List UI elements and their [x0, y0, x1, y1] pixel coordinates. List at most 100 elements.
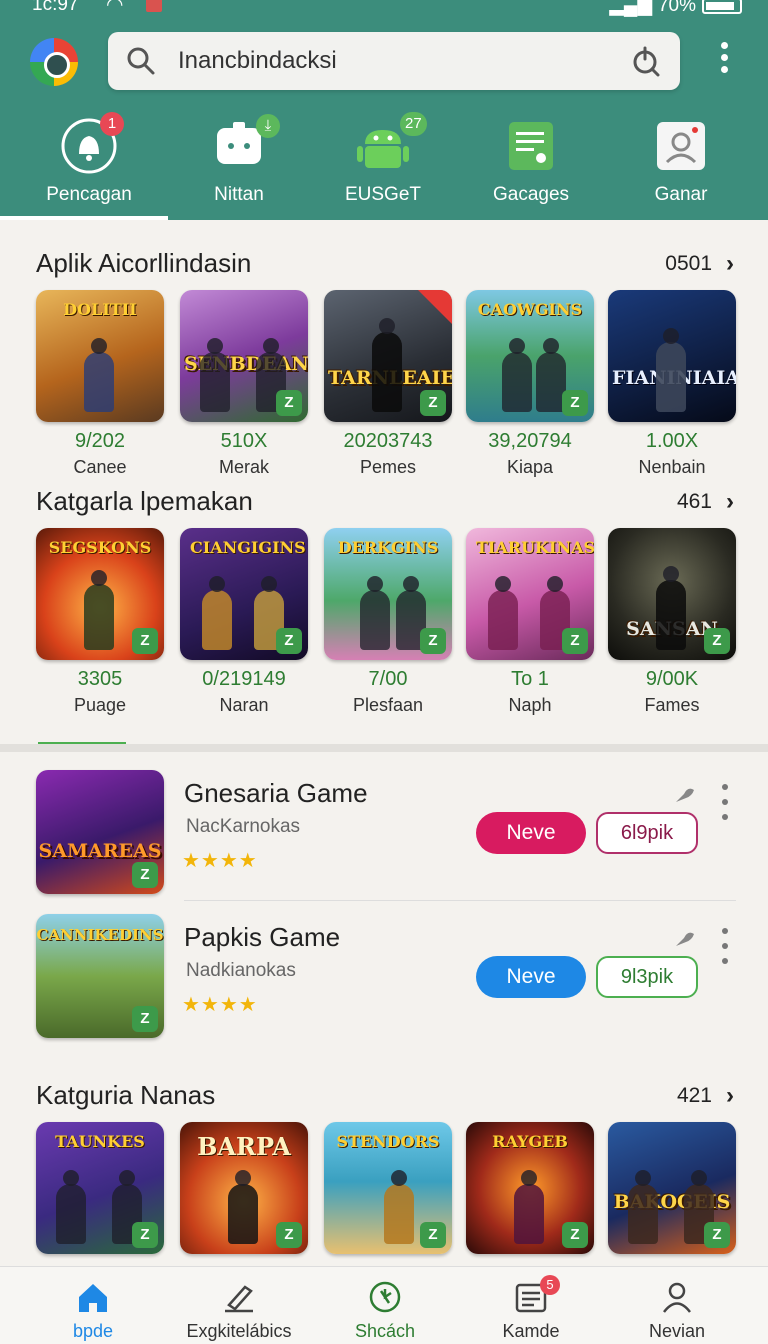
nav-item-search[interactable]: Shcách — [310, 1267, 460, 1344]
app-tile-image: SEGSKONS Z — [36, 528, 164, 660]
overflow-menu-icon[interactable] — [716, 42, 732, 76]
app-tile[interactable]: RAYGEB Z — [466, 1122, 594, 1254]
rating-stars: ★★★★ — [182, 994, 258, 1016]
chevron-right-icon[interactable]: › — [726, 1082, 734, 1110]
voice-search-icon[interactable] — [630, 45, 662, 77]
tab-gacages[interactable]: Gacages — [456, 110, 606, 220]
app-tile[interactable]: DOLITII 9/202 Canee — [36, 290, 164, 478]
user-icon — [663, 1282, 691, 1313]
section-header-katguria[interactable]: Katguria Nanas 421 › — [36, 1080, 734, 1116]
tab-nittan[interactable]: ⤓ Nittan — [164, 110, 314, 220]
art-title: RAYGEB — [492, 1132, 568, 1151]
tile-name: Nenbain — [638, 457, 706, 477]
signal-icon: ▂▄▆ — [609, 0, 652, 16]
wifi-icon: ◠ — [106, 0, 124, 16]
tab-eusget[interactable]: 27 EUSGeT — [308, 110, 458, 220]
tile-name: Fames — [644, 695, 700, 715]
list-item[interactable]: CANNIKEDINS Z Papkis Game Nadkianokas ★★… — [36, 914, 736, 1038]
tile-stat: 7/00 — [368, 668, 408, 690]
notification-icon — [146, 0, 162, 12]
install-button[interactable]: Neve — [476, 956, 586, 998]
app-tile-image: SENBDEAN Z — [180, 290, 308, 422]
app-badge-icon: Z — [132, 1222, 158, 1248]
chevron-right-icon[interactable]: › — [726, 488, 734, 516]
app-tile[interactable]: STENDORS Z — [324, 1122, 452, 1254]
tile-stat: 3305 — [77, 668, 123, 690]
tile-stat: 9/202 — [74, 430, 126, 452]
battery-percent: 70% — [657, 0, 696, 16]
list-separator — [184, 900, 736, 901]
list-title: Gnesaria Game — [184, 778, 368, 808]
list-thumb: SAMAREAS Z — [36, 770, 164, 894]
tile-name: Naph — [508, 695, 552, 715]
app-tile-image: FIANINIAIA — [608, 290, 736, 422]
list-developer: Nadkianokas — [186, 960, 296, 981]
app-tile[interactable]: SANSAN Z 9/00K Fames — [608, 528, 736, 716]
art-title: CAOWGINS — [477, 300, 583, 319]
app-tile[interactable]: CIANGIGINS Z 0/219149 Naran — [180, 528, 308, 716]
list-item[interactable]: SAMAREAS Z Gnesaria Game NacKarnokas ★★★… — [36, 770, 736, 894]
app-tile[interactable]: BARPA Z — [180, 1122, 308, 1254]
pin-icon[interactable] — [670, 928, 696, 950]
tab-label: Pencagan — [46, 184, 132, 205]
app-tile[interactable]: SEGSKONS Z 3305 Puage — [36, 528, 164, 716]
art-title: BARPA — [197, 1132, 291, 1161]
app-tile-image: RAYGEB Z — [466, 1122, 594, 1254]
search-input[interactable]: Inancbindacksi — [178, 47, 337, 75]
install-button[interactable]: Neve — [476, 812, 586, 854]
app-tile-image: DOLITII — [36, 290, 164, 422]
search-bar[interactable]: Inancbindacksi — [108, 32, 680, 90]
art-title: TIARUKINAS — [476, 538, 594, 557]
app-tile[interactable]: BAKOGEIS Z — [608, 1122, 736, 1254]
section-divider — [0, 744, 768, 752]
tile-name: Plesfaan — [352, 695, 424, 715]
pin-icon[interactable] — [670, 784, 696, 806]
app-badge-icon: Z — [562, 390, 588, 416]
app-badge-icon: Z — [704, 628, 730, 654]
pen-tool-icon — [225, 1285, 253, 1313]
app-badge-icon: Z — [276, 1222, 302, 1248]
app-tile[interactable]: TIARUKINAS Z To 1 Naph — [466, 528, 594, 716]
status-right-group: ▂▄▆ 70% — [609, 0, 742, 17]
size-button[interactable]: 6l9pik — [596, 812, 698, 854]
more-options-icon[interactable] — [722, 928, 730, 988]
tab-ganar[interactable]: Ganar — [606, 110, 756, 220]
app-logo[interactable] — [30, 38, 78, 86]
app-tile[interactable]: TARNLEAIE Z 20203743 Pemes — [324, 290, 452, 478]
app-tile[interactable]: TAUNKES Z — [36, 1122, 164, 1254]
more-options-icon[interactable] — [722, 784, 730, 844]
art-title: STENDORS — [336, 1132, 440, 1151]
app-tile-image: BAKOGEIS Z — [608, 1122, 736, 1254]
tile-stat: To 1 — [511, 668, 549, 690]
app-badge-icon: Z — [132, 1006, 158, 1032]
app-tile-image: TIARUKINAS Z — [466, 528, 594, 660]
app-tile[interactable]: FIANINIAIA 1.00X Nenbain — [608, 290, 736, 478]
chevron-right-icon[interactable]: › — [726, 250, 734, 278]
list-developer: NacKarnokas — [186, 816, 301, 837]
tab-pencagan[interactable]: 1 Pencagan — [0, 110, 168, 220]
nav-item-home[interactable]: bpde — [18, 1267, 168, 1344]
section-count: 0501 — [665, 252, 712, 275]
status-time: 1c:97 — [32, 0, 79, 15]
nav-item-library[interactable]: 5 Kamde — [456, 1267, 606, 1344]
size-button[interactable]: 9l3pik — [596, 956, 698, 998]
compass-icon — [369, 1281, 401, 1313]
section-count: 461 — [676, 490, 712, 513]
tile-name: Naran — [219, 695, 269, 715]
section-title: Katgarla lpemakan — [36, 486, 253, 516]
nav-label: Exgkitelábics — [186, 1321, 292, 1341]
app-tile[interactable]: DERKGINS Z 7/00 Plesfaan — [324, 528, 452, 716]
nav-item-profile[interactable]: Nevian — [602, 1267, 752, 1344]
app-tile[interactable]: SENBDEAN Z 510X Merak — [180, 290, 308, 478]
app-badge-icon: Z — [132, 862, 158, 888]
art-title: SEGSKONS — [48, 538, 152, 557]
app-tile-image: DERKGINS Z — [324, 528, 452, 660]
section-header-aplik[interactable]: Aplik Aicorllindasin 0501 › — [36, 248, 734, 284]
nav-label: bpde — [72, 1321, 114, 1341]
section-header-katgarla[interactable]: Katgarla lpemakan 461 › — [36, 486, 734, 522]
art-title: DERKGINS — [337, 538, 439, 557]
tile-name: Puage — [73, 695, 127, 715]
app-tile[interactable]: CAOWGINS Z 39,20794 Kiapa — [466, 290, 594, 478]
app-badge-icon: Z — [420, 628, 446, 654]
nav-item-explore[interactable]: Exgkitelábics — [164, 1267, 314, 1344]
